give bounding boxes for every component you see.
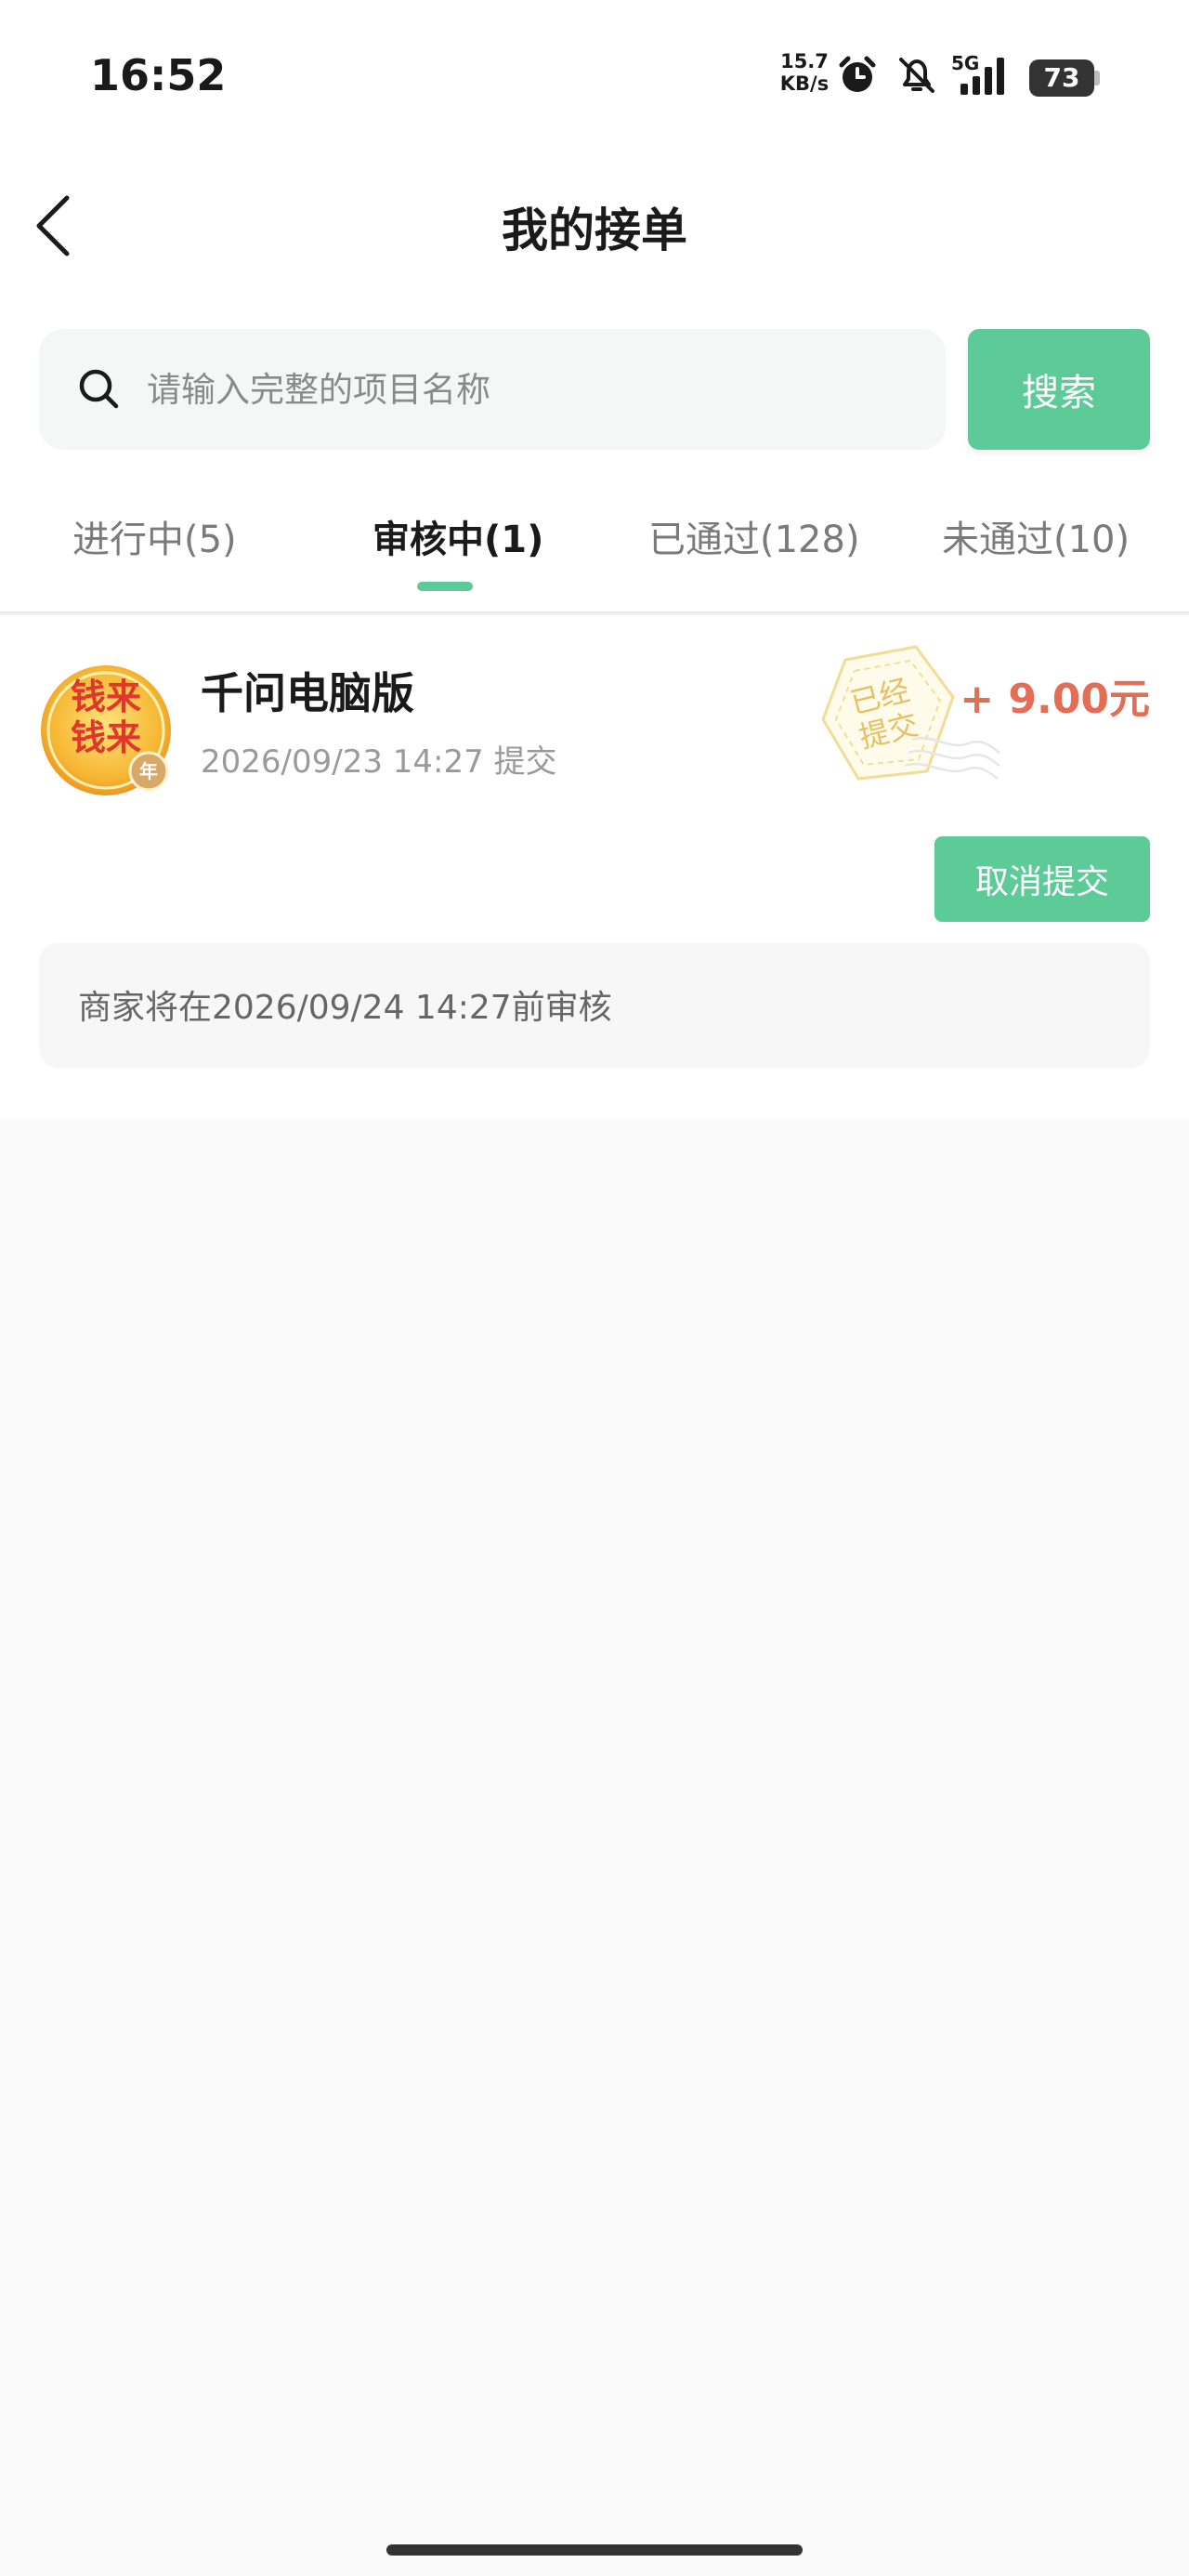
status-tabs: 进行中(5) 审核中(1) 已通过(128) 未通过(10) <box>0 483 1189 611</box>
back-button[interactable] <box>28 191 84 261</box>
chevron-left-icon <box>36 195 70 256</box>
home-indicator[interactable] <box>386 2544 803 2556</box>
bell-muted-icon <box>899 58 934 93</box>
review-deadline-text: 商家将在2026/09/24 14:27前审核 <box>78 989 612 1027</box>
order-submit-time: 2026/09/23 14:27 提交 <box>201 743 557 781</box>
search-button[interactable]: 搜索 <box>968 329 1150 450</box>
thumbnail-text: 钱来 钱来 <box>52 677 160 758</box>
battery-level: 73 <box>1029 59 1094 97</box>
status-bar: 16:52 15.7 KB/s 5G 73 <box>0 0 1189 158</box>
thumbnail-text-line1: 钱来 <box>70 677 141 717</box>
tab-in-progress[interactable]: 进行中(5) <box>72 509 237 565</box>
order-thumbnail[interactable]: 钱来 钱来 年 <box>39 664 173 797</box>
reward-amount: + 9.00元 <box>960 676 1150 723</box>
active-tab-indicator <box>417 582 473 591</box>
tab-rejected[interactable]: 未通过(10) <box>942 509 1130 565</box>
thumbnail-badge: 年 <box>139 760 158 782</box>
net-speed: 15.7 KB/s <box>777 50 832 95</box>
net-speed-value: 15.7 <box>780 50 829 72</box>
battery-tip <box>1094 71 1100 85</box>
battery-icon: 73 <box>1029 59 1100 97</box>
tab-under-review[interactable]: 审核中(1) <box>372 509 543 565</box>
tab-approved[interactable]: 已通过(128) <box>648 509 860 565</box>
search-box[interactable] <box>39 329 946 450</box>
tab-divider <box>0 611 1189 615</box>
review-deadline-notice: 商家将在2026/09/24 14:27前审核 <box>39 943 1150 1068</box>
net-speed-unit: KB/s <box>779 72 830 95</box>
search-icon <box>79 369 119 409</box>
search-input[interactable] <box>147 349 908 429</box>
order-title[interactable]: 千问电脑版 <box>201 660 414 721</box>
thumbnail-text-line2: 钱来 <box>70 717 141 758</box>
signal-icon <box>960 58 1004 95</box>
status-time: 16:52 <box>90 50 227 100</box>
cancel-submission-button[interactable]: 取消提交 <box>934 836 1150 922</box>
alarm-icon <box>839 56 876 92</box>
